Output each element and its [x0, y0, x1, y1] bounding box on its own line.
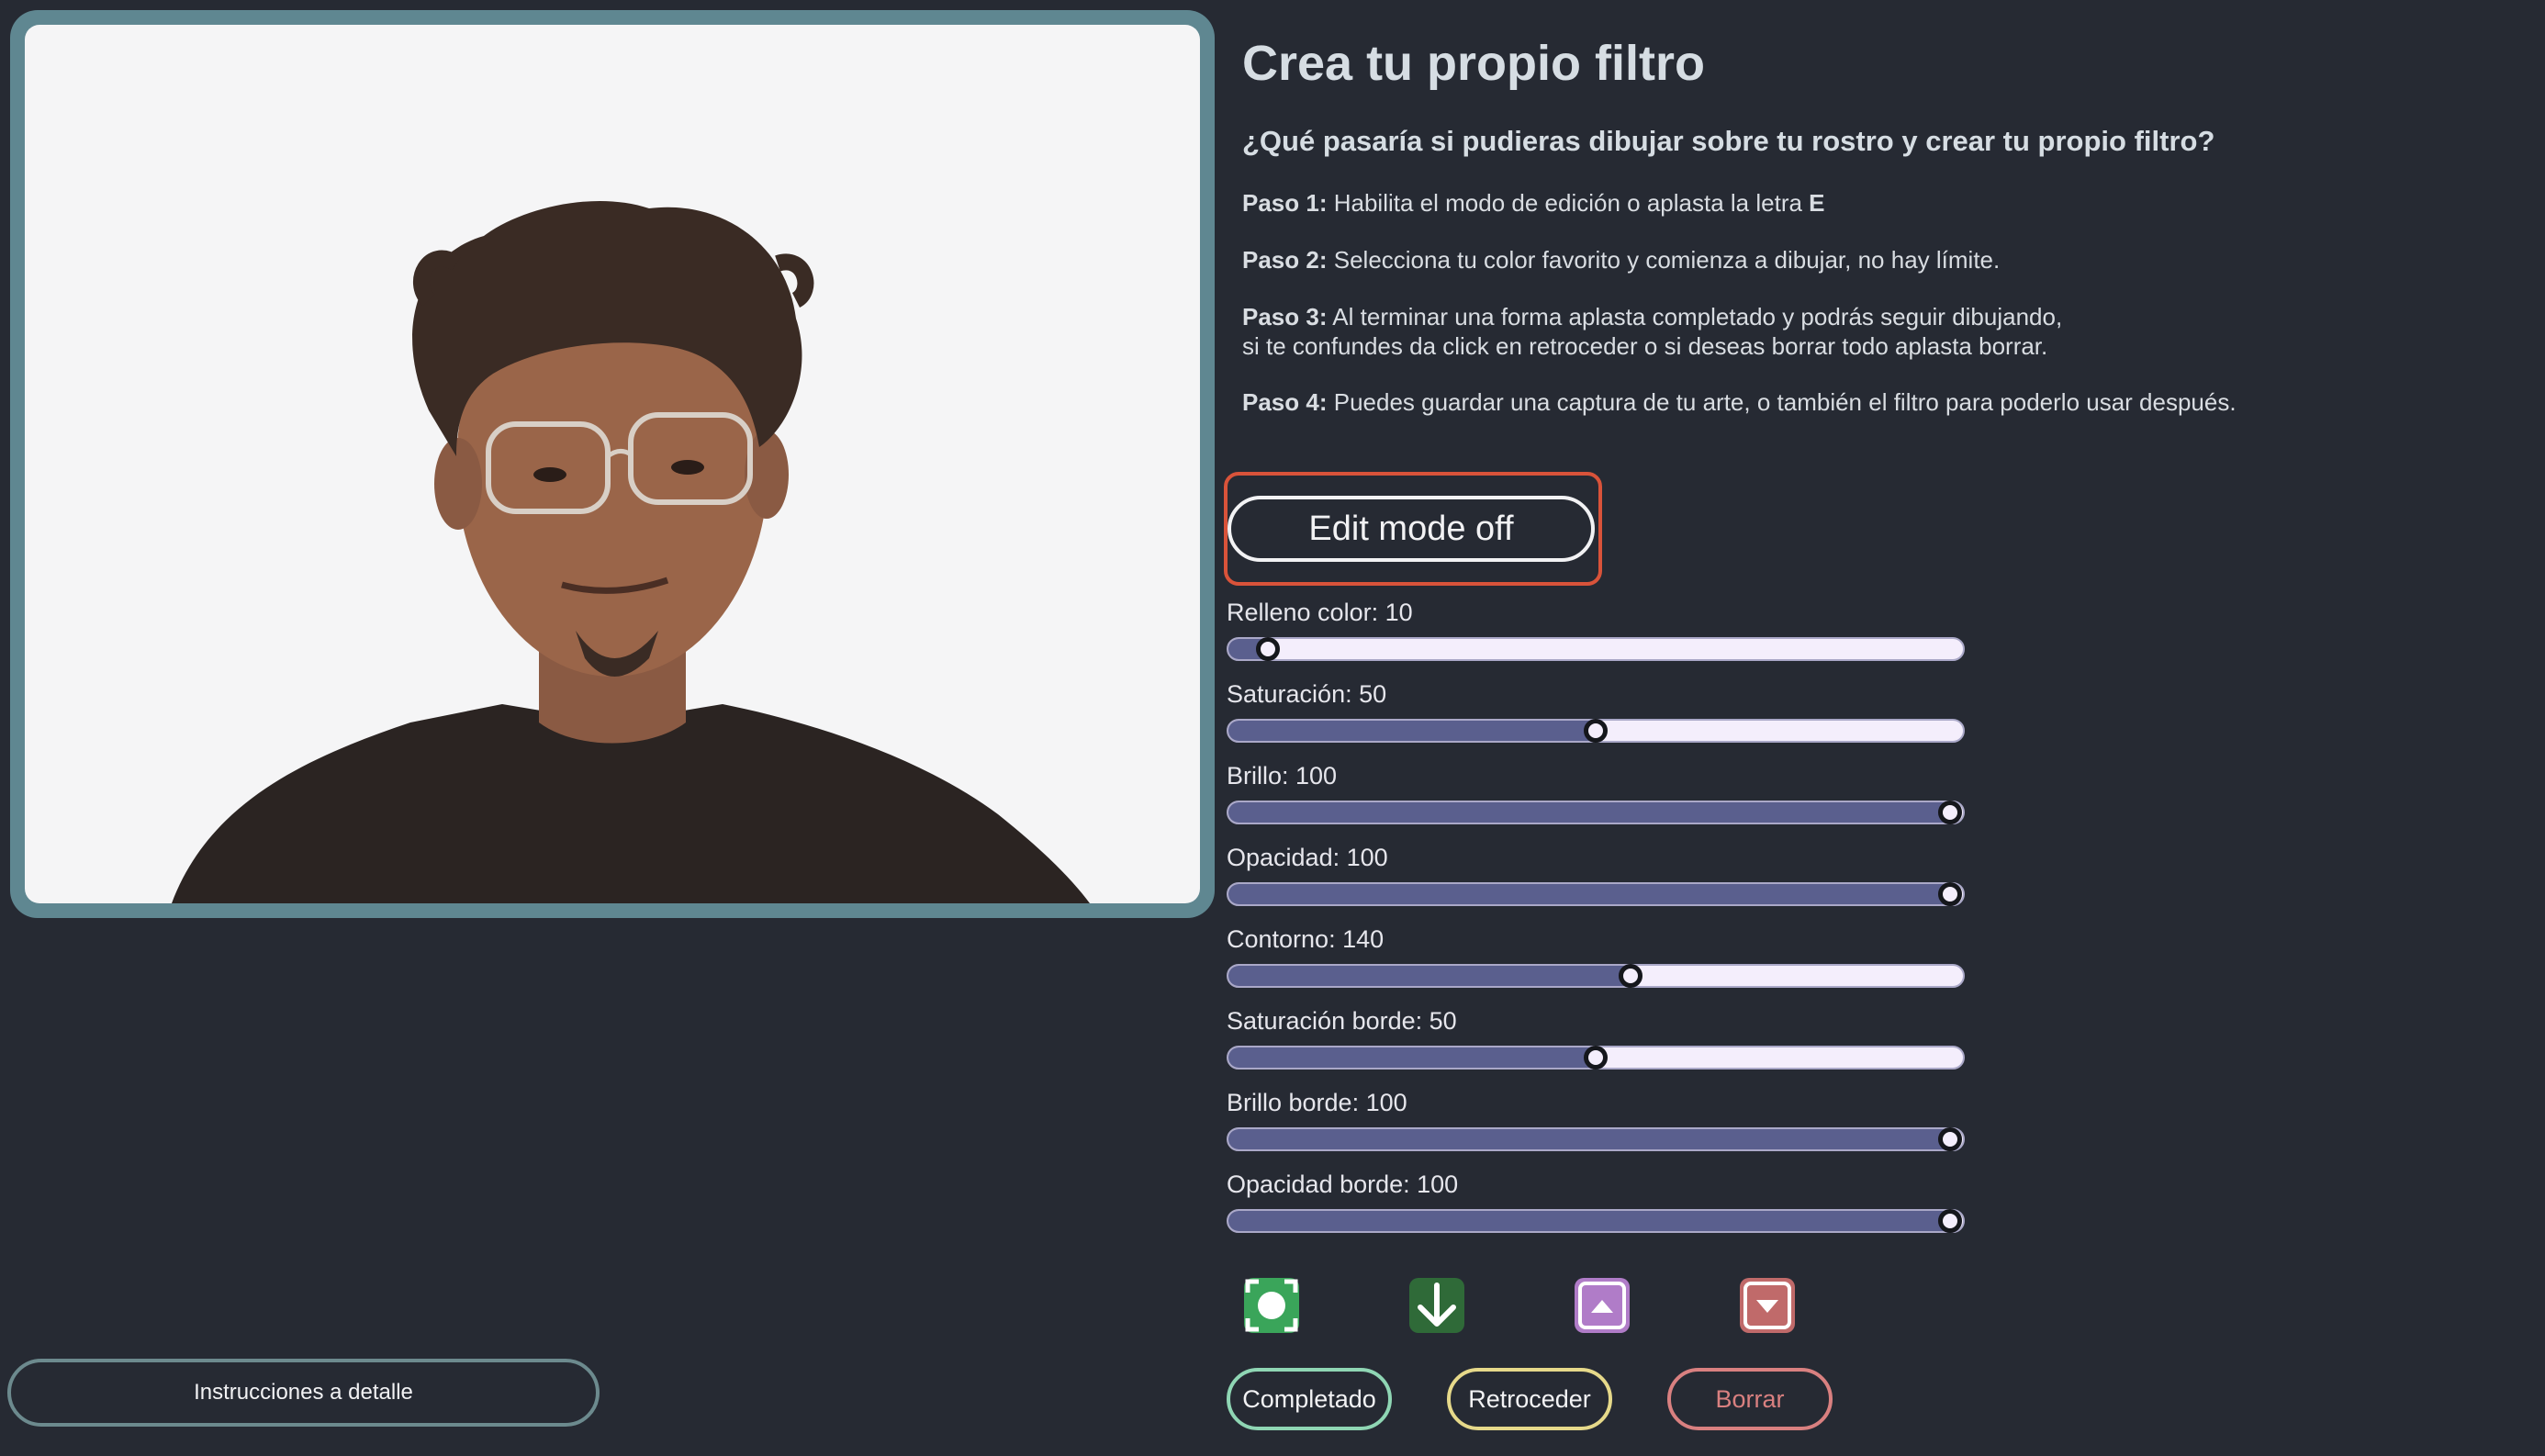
slider-opacity[interactable]: [1227, 882, 1965, 906]
record-icon[interactable]: [1244, 1278, 1299, 1333]
slider-fill: [1228, 1129, 1950, 1149]
slider-outline[interactable]: [1227, 964, 1965, 988]
camera-preview[interactable]: [25, 25, 1200, 903]
slider-label-border-brightness: Brillo borde: 100: [1227, 1089, 1407, 1116]
camera-frame: [10, 10, 1215, 918]
slider-border-brightness[interactable]: [1227, 1127, 1965, 1151]
slider-fill: [1228, 966, 1631, 986]
step-3-text: Al terminar una forma aplasta completado…: [1332, 303, 2063, 330]
undo-button[interactable]: Retroceder: [1447, 1368, 1612, 1430]
slider-fill: [1228, 884, 1950, 904]
slider-thumb[interactable]: [1937, 801, 1962, 824]
slider-thumb[interactable]: [1584, 1046, 1608, 1070]
step-4-label: Paso 4:: [1242, 388, 1328, 416]
slider-border-opacity[interactable]: [1227, 1209, 1965, 1233]
step-3-text-2: si te confundes da click en retroceder o…: [1242, 332, 2048, 360]
slider-fill: [1228, 1211, 1950, 1231]
slider-fill: [1228, 721, 1596, 741]
slider-label-border-opacity: Opacidad borde: 100: [1227, 1170, 1459, 1198]
step-2-text: Selecciona tu color favorito y comienza …: [1333, 246, 2001, 274]
step-1: Paso 1: Habilita el modo de edición o ap…: [1242, 188, 1825, 218]
step-3-label: Paso 3:: [1242, 303, 1328, 330]
slider-fill: [1228, 1047, 1596, 1068]
clear-button[interactable]: Borrar: [1667, 1368, 1833, 1430]
step-4: Paso 4: Puedes guardar una captura de tu…: [1242, 387, 2237, 417]
page-subtitle: ¿Qué pasaría si pudieras dibujar sobre t…: [1242, 125, 2215, 157]
slider-thumb[interactable]: [1937, 1209, 1962, 1233]
slider-label-outline: Contorno: 140: [1227, 925, 1385, 953]
step-1-label: Paso 1:: [1242, 189, 1328, 217]
detailed-instructions-button[interactable]: Instrucciones a detalle: [7, 1359, 600, 1427]
slider-thumb[interactable]: [1619, 964, 1643, 988]
step-1-text: Habilita el modo de edición o aplasta la…: [1333, 189, 1810, 217]
step-3: Paso 3: Al terminar una forma aplasta co…: [1242, 302, 2062, 361]
slider-label-border-saturation: Saturación borde: 50: [1227, 1007, 1457, 1035]
slider-brightness[interactable]: [1227, 801, 1965, 824]
step-1-key: E: [1809, 189, 1825, 217]
arrow-down-icon[interactable]: [1409, 1278, 1464, 1333]
slider-saturation[interactable]: [1227, 719, 1965, 743]
slider-border-saturation[interactable]: [1227, 1046, 1965, 1070]
person-image: [172, 200, 1090, 903]
slider-fill-color[interactable]: [1227, 637, 1965, 661]
slider-label-fill-color: Relleno color: 10: [1227, 599, 1413, 626]
slider-label-opacity: Opacidad: 100: [1227, 844, 1388, 871]
step-2-label: Paso 2:: [1242, 246, 1328, 274]
step-4-text: Puedes guardar una captura de tu arte, o…: [1333, 388, 2237, 416]
slider-thumb[interactable]: [1256, 637, 1281, 661]
page-title: Crea tu propio filtro: [1242, 36, 1705, 91]
edit-mode-button[interactable]: Edit mode off: [1228, 496, 1595, 562]
slider-thumb[interactable]: [1937, 1127, 1962, 1151]
step-2: Paso 2: Selecciona tu color favorito y c…: [1242, 245, 2000, 274]
slider-label-brightness: Brillo: 100: [1227, 762, 1338, 790]
slider-fill: [1228, 802, 1950, 823]
slider-thumb[interactable]: [1584, 719, 1608, 743]
slider-thumb[interactable]: [1937, 882, 1962, 906]
slider-label-saturation: Saturación: 50: [1227, 680, 1387, 708]
triangle-down-icon[interactable]: [1740, 1278, 1795, 1333]
triangle-up-icon[interactable]: [1575, 1278, 1630, 1333]
completed-button[interactable]: Completado: [1227, 1368, 1392, 1430]
